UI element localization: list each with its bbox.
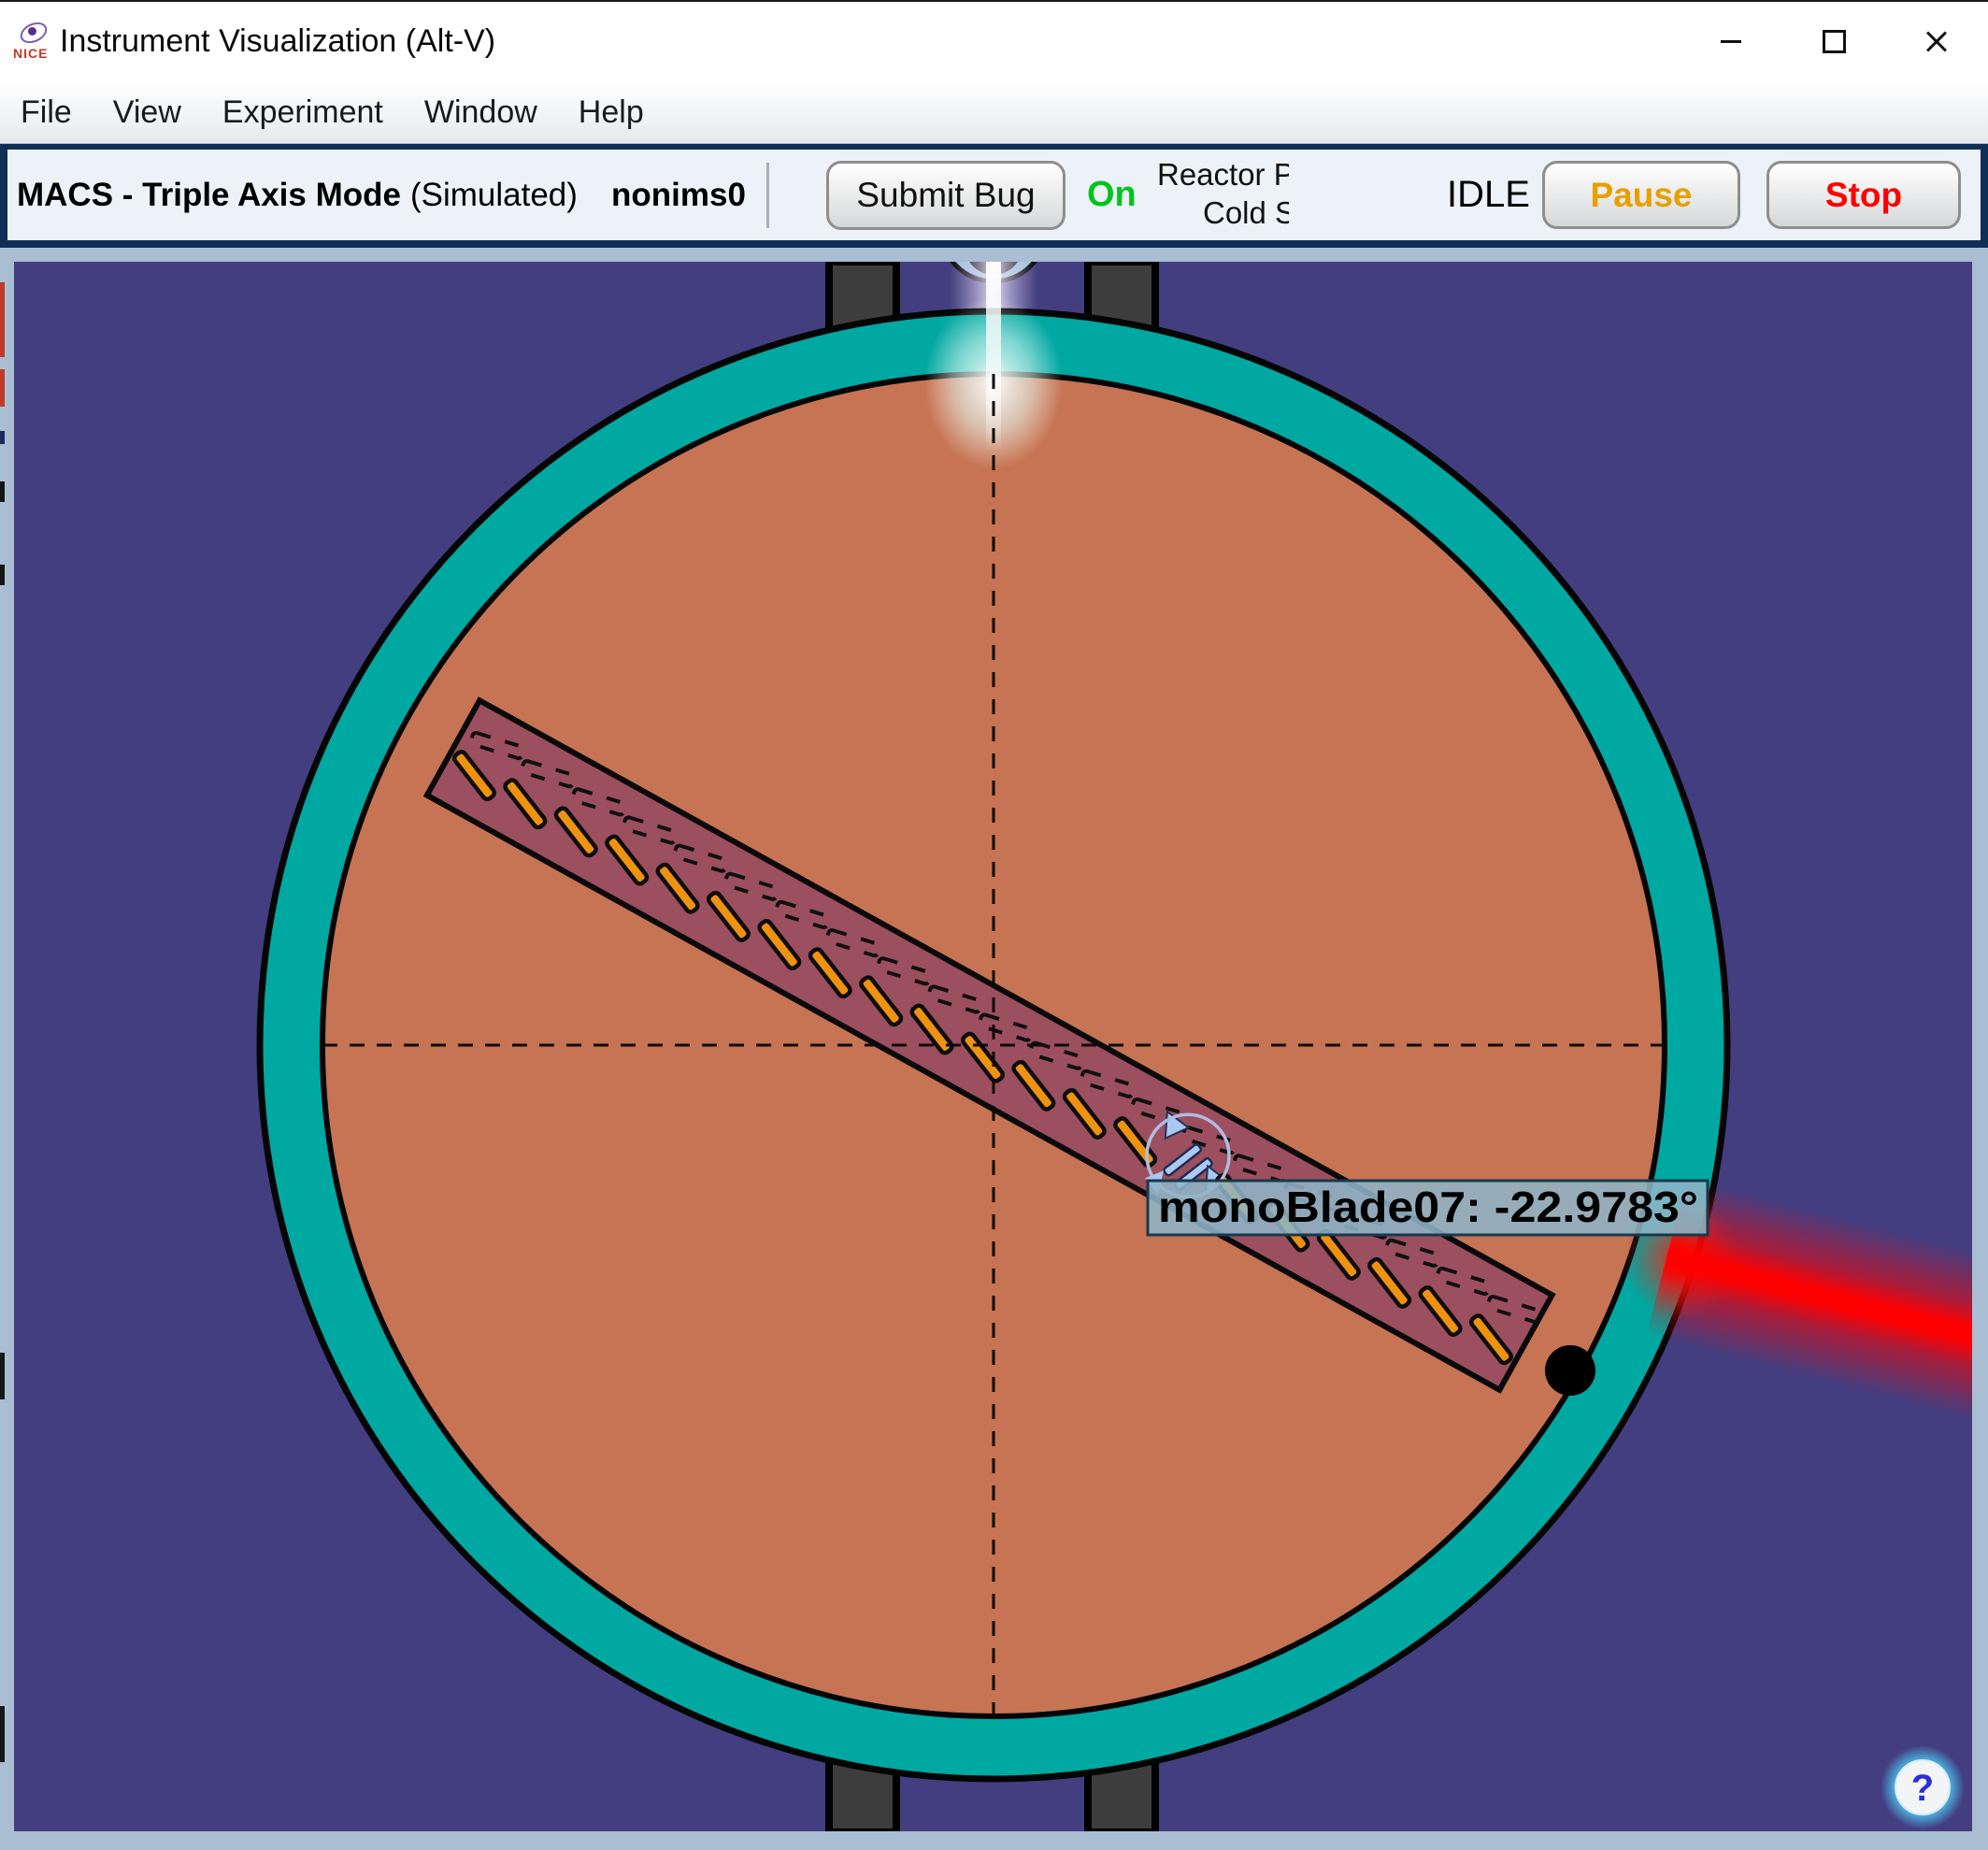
instrument-title: MACS - Triple Axis Mode (Simulated) (17, 150, 578, 240)
window-title: Instrument Visualization (Alt-V) (60, 23, 495, 60)
nice-icon-label: NICE (13, 46, 48, 61)
close-button[interactable] (1885, 2, 1988, 81)
blade-tooltip: monoBlade07: -22.9783° (1148, 1181, 1708, 1235)
menu-file[interactable]: File (21, 94, 72, 131)
edge-artifact (0, 369, 5, 407)
frame-top (0, 248, 1988, 262)
incident-beam-core (986, 259, 1001, 451)
instrument-mode: (Simulated) (410, 177, 578, 214)
blade-tooltip-text: monoBlade07: -22.9783° (1158, 1183, 1698, 1231)
pause-button[interactable]: Pause (1542, 161, 1740, 229)
minimize-button[interactable] (1680, 2, 1782, 81)
edge-artifact (0, 481, 5, 502)
toolbar-divider (766, 163, 769, 228)
nice-app-icon: NICE (13, 22, 50, 63)
submit-bug-button[interactable]: Submit Bug (826, 161, 1066, 230)
menu-window[interactable]: Window (424, 94, 537, 131)
reactor-on-status: On (1087, 150, 1137, 240)
edge-artifact (0, 431, 5, 444)
edge-artifact (0, 282, 5, 357)
status-toolbar: MACS - Triple Axis Mode (Simulated) noni… (0, 144, 1988, 248)
menu-view[interactable]: View (113, 94, 181, 131)
stop-button[interactable]: Stop (1766, 161, 1961, 229)
maximize-icon (1823, 30, 1846, 53)
reactor-power-label: Reactor P (1157, 155, 1289, 194)
help-icon: ? (1911, 1768, 1934, 1809)
instrument-name: MACS - Triple Axis Mode (17, 177, 401, 214)
menu-help[interactable]: Help (579, 94, 644, 131)
menu-bar: File View Experiment Window Help (0, 81, 1988, 144)
frame-right (1972, 248, 1988, 1850)
run-state-label: IDLE (1447, 150, 1530, 240)
maximize-button[interactable] (1782, 2, 1885, 81)
reactor-labels: Reactor P Cold S (1157, 155, 1289, 236)
edge-artifact (0, 1353, 5, 1399)
menu-experiment[interactable]: Experiment (222, 94, 383, 131)
instrument-visualization-canvas[interactable]: monoBlade07: -22.9783° ? (0, 248, 1988, 1850)
drum-marker-dot (1545, 1345, 1595, 1396)
edge-artifact (0, 565, 5, 585)
frame-bottom (0, 1831, 1988, 1850)
edge-artifact (0, 1706, 5, 1762)
close-icon (1925, 31, 1948, 53)
title-bar: NICE Instrument Visualization (Alt-V) (0, 2, 1988, 81)
user-name: nonims0 (611, 150, 746, 240)
cold-source-label: Cold S (1157, 194, 1289, 232)
instrument-visualization-window: NICE Instrument Visualization (Alt-V) Fi… (0, 0, 1988, 1850)
help-button[interactable]: ? (1881, 1745, 1965, 1829)
minimize-icon (1721, 40, 1741, 43)
